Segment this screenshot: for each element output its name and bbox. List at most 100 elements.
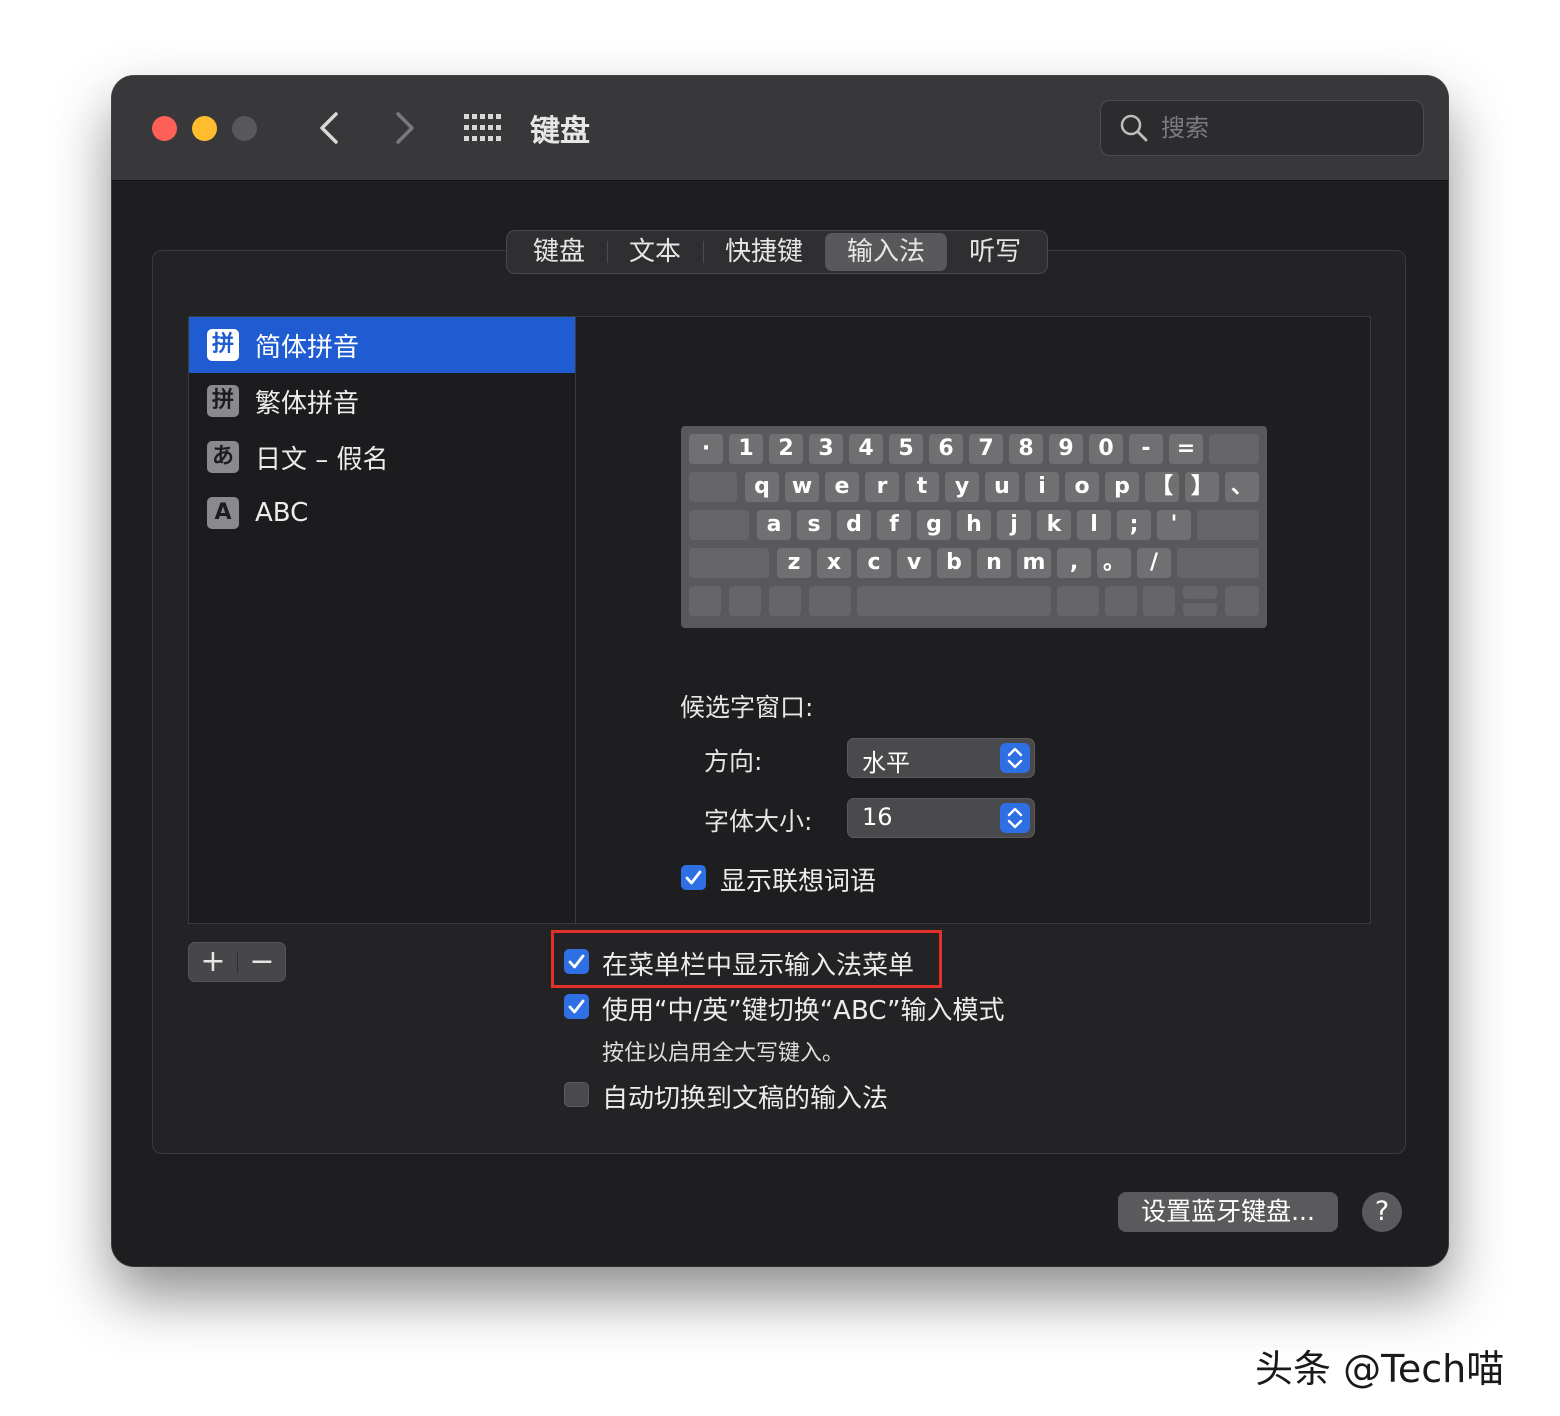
help-button[interactable]: ? [1362,1192,1402,1232]
keyboard-key: - [1129,434,1163,464]
keyboard-key: c [857,548,891,578]
candidate-window-label: 候选字窗口: [680,693,814,722]
keyboard-key: , [1057,548,1091,578]
keyboard-key-blank [857,586,1051,616]
keyboard-key: q [745,472,779,502]
tab-text[interactable]: 文本 [607,233,703,271]
keyboard-key-blank [689,472,737,502]
tab-input-sources[interactable]: 输入法 [825,233,948,271]
close-button[interactable] [152,116,177,141]
keyboard-key-blank [729,586,761,616]
pinyin-icon: 拼 [207,329,239,361]
show-all-grid-icon[interactable] [462,110,502,146]
zoom-button[interactable] [232,116,257,141]
tab-dictation[interactable]: 听写 [947,233,1043,271]
keyboard-key: u [985,472,1019,502]
tab-bar: 键盘 文本 快捷键 输入法 听写 [506,230,1049,274]
keyboard-key: ; [1117,510,1151,540]
pinyin-icon: 拼 [207,385,239,417]
remove-input-source-button[interactable]: − [238,943,286,981]
keyboard-key-blank [1225,586,1259,616]
keyboard-key: y [945,472,979,502]
keyboard-key: 】 [1185,472,1219,502]
font-size-popup[interactable]: 16 [847,798,1035,838]
list-item[interactable]: A ABC [189,485,575,541]
keyboard-key: t [905,472,939,502]
direction-value: 水平 [862,749,910,777]
direction-label: 方向: [704,747,763,776]
keyboard-key: r [865,472,899,502]
keyboard-key: f [877,510,911,540]
direction-popup[interactable]: 水平 [847,738,1035,778]
title-bar: 键盘 [112,76,1448,181]
toggle-abc-checkbox[interactable] [564,994,589,1019]
keyboard-key: 7 [969,434,1003,464]
keyboard-key: x [817,548,851,578]
font-size-label: 字体大小: [704,807,813,836]
keyboard-key: 8 [1009,434,1043,464]
window-title: 键盘 [530,114,590,149]
tab-keyboard[interactable]: 键盘 [511,233,607,271]
minimize-button[interactable] [192,116,217,141]
keyboard-key: 0 [1089,434,1123,464]
list-item-label: 繁体拼音 [255,388,360,419]
keyboard-key-blank [1177,548,1259,578]
keyboard-key: 2 [769,434,803,464]
keyboard-key: w [785,472,819,502]
list-item[interactable]: 拼 繁体拼音 [189,373,575,429]
keyboard-key: 6 [929,434,963,464]
keyboard-key: b [937,548,971,578]
list-item[interactable]: あ 日文 – 假名 [189,429,575,485]
keyboard-key-blank [1183,603,1217,616]
keyboard-key: 3 [809,434,843,464]
keyboard-key-blank [1209,434,1259,464]
updown-chevron-icon [1000,803,1030,833]
back-arrow-icon[interactable] [308,106,352,150]
keyboard-key: o [1065,472,1099,502]
keyboard-key-blank [769,586,801,616]
keyboard-preferences-window: 键盘 键盘 文本 快捷键 输入法 听写 拼 简体拼音 拼 繁体拼音 あ 日文 –… [112,76,1448,1266]
list-item-label: ABC [255,498,309,528]
highlight-box [551,930,942,988]
keyboard-key-blank [689,510,749,540]
keyboard-key: d [837,510,871,540]
search-icon [1120,114,1148,142]
keyboard-key: v [897,548,931,578]
keyboard-key: z [777,548,811,578]
keyboard-layout-preview: · 1 2 3 4 5 6 7 8 9 0- = q w e r t y u i o p 【】、 a s d f g h j k l; ' z x c… [681,426,1267,628]
keyboard-key: 。 [1097,548,1131,578]
show-predictions-checkbox[interactable] [681,865,706,890]
keyboard-key: 【 [1145,472,1179,502]
keyboard-key: · [689,434,723,464]
list-item[interactable]: 拼 简体拼音 [189,317,575,373]
keyboard-key-blank [809,586,851,616]
keyboard-key: ' [1157,510,1191,540]
keyboard-key: e [825,472,859,502]
list-item-label: 日文 – 假名 [255,444,389,475]
keyboard-key-blank [1197,510,1259,540]
font-size-value: 16 [862,803,893,831]
keyboard-key: 、 [1225,472,1259,502]
kana-icon: あ [207,441,239,473]
keyboard-key: 9 [1049,434,1083,464]
toggle-abc-label: 使用“中/英”键切换“ABC”输入模式 [602,996,1005,1026]
keyboard-key: i [1025,472,1059,502]
keyboard-key: l [1077,510,1111,540]
search-field[interactable] [1100,100,1424,156]
add-input-source-button[interactable]: + [189,943,237,981]
list-add-remove-control: + − [188,942,286,982]
keyboard-key: 1 [729,434,763,464]
setup-bluetooth-keyboard-button[interactable]: 设置蓝牙键盘... [1118,1192,1338,1232]
keyboard-key: = [1169,434,1203,464]
forward-arrow-icon[interactable] [382,106,426,150]
tab-shortcuts[interactable]: 快捷键 [703,233,825,271]
search-input[interactable] [1159,109,1413,147]
keyboard-key: 4 [849,434,883,464]
keyboard-key: g [917,510,951,540]
input-source-list: 拼 简体拼音 拼 繁体拼音 あ 日文 – 假名 A ABC [188,316,576,924]
show-predictions-label: 显示联想词语 [720,867,877,897]
auto-switch-label: 自动切换到文稿的输入法 [602,1084,889,1114]
keyboard-key: h [957,510,991,540]
keyboard-key-blank [689,586,721,616]
auto-switch-checkbox[interactable] [564,1082,589,1107]
